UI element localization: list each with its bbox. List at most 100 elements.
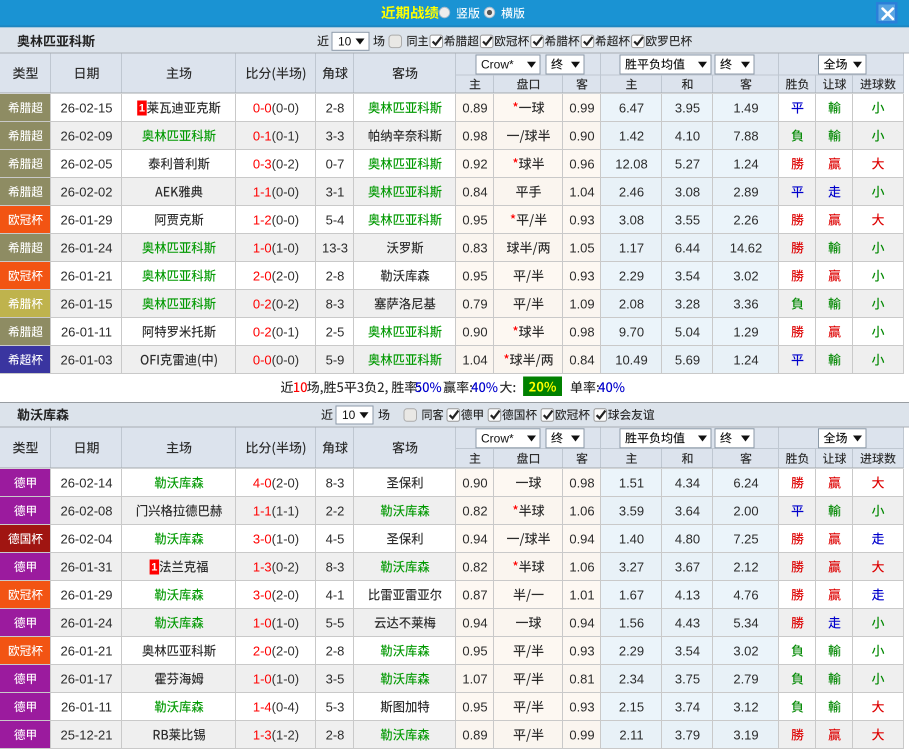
svg-text:0.83: 0.83 <box>462 240 487 255</box>
svg-text:3.08: 3.08 <box>675 184 700 199</box>
svg-text:26-02-05: 26-02-05 <box>60 156 112 171</box>
svg-text:1.05: 1.05 <box>569 240 594 255</box>
svg-text:4.13: 4.13 <box>675 587 700 602</box>
svg-text:2.79: 2.79 <box>733 671 758 686</box>
svg-text:3.02: 3.02 <box>733 268 758 283</box>
svg-text:0-2(0-1): 0-2(0-1) <box>253 324 299 339</box>
svg-text:3.55: 3.55 <box>675 212 700 227</box>
svg-text:3.74: 3.74 <box>675 699 700 714</box>
svg-text:26-01-03: 26-01-03 <box>60 352 112 367</box>
svg-text:0.82: 0.82 <box>462 503 487 518</box>
svg-text:3.59: 3.59 <box>619 503 644 518</box>
svg-text:1.40: 1.40 <box>619 531 644 546</box>
svg-text:0.99: 0.99 <box>569 100 594 115</box>
svg-text:0.93: 0.93 <box>569 699 594 714</box>
svg-text:0.84: 0.84 <box>462 184 487 199</box>
svg-text:1-1(0-0): 1-1(0-0) <box>253 184 299 199</box>
svg-text:1.07: 1.07 <box>462 671 487 686</box>
svg-text:0.90: 0.90 <box>462 475 487 490</box>
svg-text:26-02-09: 26-02-09 <box>60 128 112 143</box>
svg-text:7.25: 7.25 <box>733 531 758 546</box>
svg-text:1.42: 1.42 <box>619 128 644 143</box>
svg-text:4.34: 4.34 <box>675 475 700 490</box>
svg-text:3.36: 3.36 <box>733 296 758 311</box>
svg-text:10.49: 10.49 <box>615 352 648 367</box>
svg-text:2.15: 2.15 <box>619 699 644 714</box>
svg-text:0.93: 0.93 <box>569 268 594 283</box>
svg-text:26-01-24: 26-01-24 <box>60 240 112 255</box>
svg-text:10: 10 <box>342 408 356 422</box>
svg-text:3-0(2-0): 3-0(2-0) <box>253 587 299 602</box>
svg-text:4-0(2-0): 4-0(2-0) <box>253 475 299 490</box>
svg-text:0.94: 0.94 <box>569 531 594 546</box>
svg-text:5.69: 5.69 <box>675 352 700 367</box>
svg-text:8-3: 8-3 <box>326 296 345 311</box>
svg-text:1.06: 1.06 <box>569 503 594 518</box>
svg-text:3-3: 3-3 <box>326 128 345 143</box>
svg-text:0.96: 0.96 <box>569 156 594 171</box>
svg-text:2.29: 2.29 <box>619 643 644 658</box>
svg-text:1-1(1-1): 1-1(1-1) <box>253 503 299 518</box>
svg-text:6.44: 6.44 <box>675 240 700 255</box>
svg-text:0.90: 0.90 <box>569 128 594 143</box>
svg-text:0-3(0-2): 0-3(0-2) <box>253 156 299 171</box>
svg-text:2.89: 2.89 <box>733 184 758 199</box>
svg-text:26-01-15: 26-01-15 <box>60 296 112 311</box>
svg-text:2-8: 2-8 <box>326 643 345 658</box>
svg-text:26-02-15: 26-02-15 <box>60 100 112 115</box>
svg-text:1.51: 1.51 <box>619 475 644 490</box>
svg-text:9.70: 9.70 <box>619 324 644 339</box>
svg-text:2-2: 2-2 <box>326 503 345 518</box>
svg-text:26-02-02: 26-02-02 <box>60 184 112 199</box>
svg-text:0.90: 0.90 <box>462 324 487 339</box>
svg-text:2-8: 2-8 <box>326 100 345 115</box>
svg-text:0-0(0-0): 0-0(0-0) <box>253 100 299 115</box>
svg-text:26-01-31: 26-01-31 <box>60 559 112 574</box>
svg-text:2.00: 2.00 <box>733 503 758 518</box>
svg-text:3-0(1-0): 3-0(1-0) <box>253 531 299 546</box>
svg-text:4-5: 4-5 <box>326 531 345 546</box>
svg-text:3.08: 3.08 <box>619 212 644 227</box>
svg-text:26-01-17: 26-01-17 <box>60 671 112 686</box>
svg-text:1.09: 1.09 <box>569 296 594 311</box>
svg-text:0.87: 0.87 <box>462 587 487 602</box>
svg-text:1.49: 1.49 <box>733 100 758 115</box>
svg-text:6.47: 6.47 <box>619 100 644 115</box>
svg-text:0.99: 0.99 <box>569 727 594 742</box>
svg-text:4.76: 4.76 <box>733 587 758 602</box>
svg-text:5.34: 5.34 <box>733 615 758 630</box>
svg-text:3.02: 3.02 <box>733 643 758 658</box>
svg-text:1.04: 1.04 <box>462 352 487 367</box>
svg-text:0.94: 0.94 <box>462 531 487 546</box>
svg-text:8-3: 8-3 <box>326 559 345 574</box>
svg-text:1.04: 1.04 <box>569 184 594 199</box>
svg-text:2.26: 2.26 <box>733 212 758 227</box>
svg-text:3.54: 3.54 <box>675 643 700 658</box>
svg-text:2.08: 2.08 <box>619 296 644 311</box>
svg-text:1-3(1-2): 1-3(1-2) <box>253 727 299 742</box>
svg-text:26-01-11: 26-01-11 <box>61 699 112 714</box>
svg-text:3.95: 3.95 <box>675 100 700 115</box>
svg-text:3.79: 3.79 <box>675 727 700 742</box>
svg-text:0.95: 0.95 <box>462 212 487 227</box>
svg-text:0.94: 0.94 <box>462 615 487 630</box>
svg-text:0.98: 0.98 <box>569 324 594 339</box>
svg-text:26-01-11: 26-01-11 <box>61 324 112 339</box>
svg-text:13-3: 13-3 <box>322 240 348 255</box>
svg-text:0.94: 0.94 <box>569 615 594 630</box>
svg-text:0.79: 0.79 <box>462 296 487 311</box>
svg-text:6.24: 6.24 <box>733 475 758 490</box>
svg-text:1.24: 1.24 <box>733 156 758 171</box>
svg-text:1: 1 <box>151 562 157 574</box>
svg-text:3.64: 3.64 <box>675 503 700 518</box>
svg-text:1.17: 1.17 <box>619 240 644 255</box>
svg-text:1-0(1-0): 1-0(1-0) <box>253 615 299 630</box>
svg-text:3.75: 3.75 <box>675 671 700 686</box>
svg-text:4.43: 4.43 <box>675 615 700 630</box>
svg-text:0.95: 0.95 <box>462 643 487 658</box>
svg-text:0-0(0-0): 0-0(0-0) <box>253 352 299 367</box>
svg-text:1.24: 1.24 <box>733 352 758 367</box>
svg-text:1: 1 <box>139 103 145 115</box>
svg-text:Crow*: Crow* <box>481 431 514 445</box>
svg-text:10: 10 <box>338 34 352 48</box>
